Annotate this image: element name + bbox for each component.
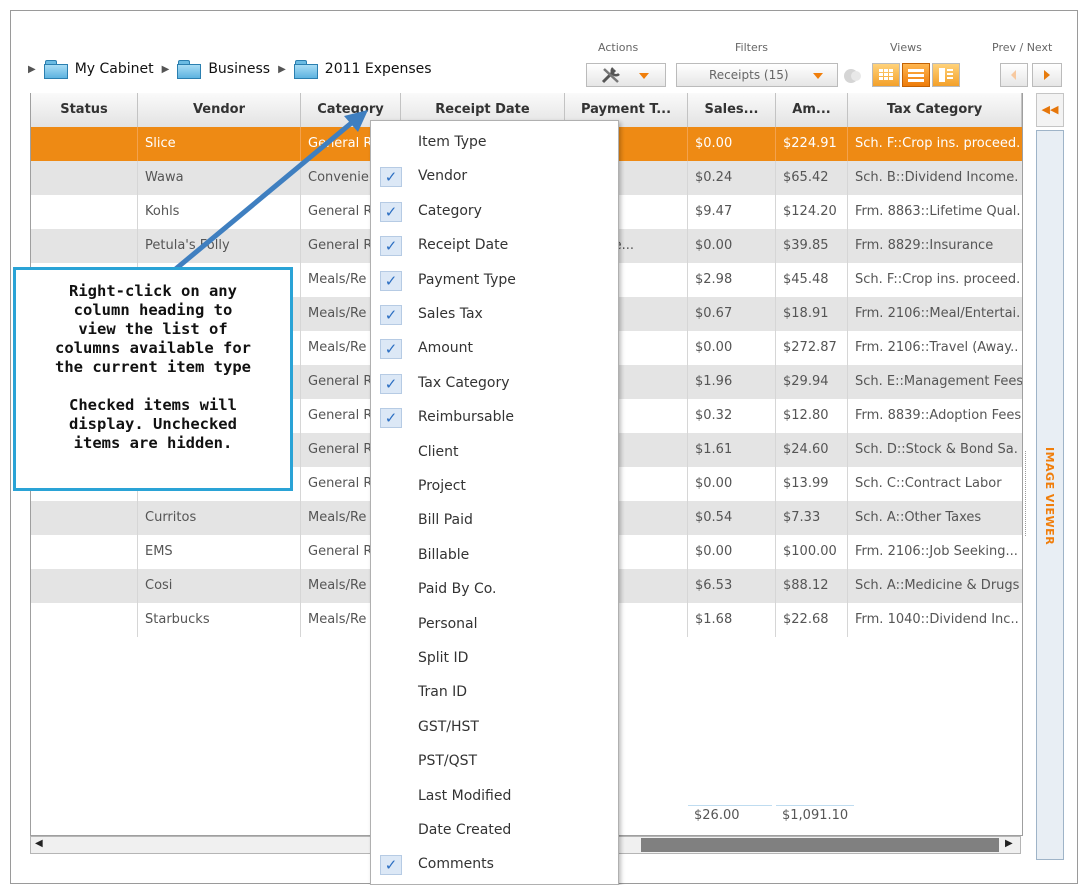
menu-item[interactable]: Billable: [371, 538, 616, 572]
menu-item-label: Comments: [418, 856, 494, 873]
menu-item[interactable]: ✓ Receipt Date: [371, 228, 616, 262]
check-icon: ✓: [380, 201, 402, 222]
menu-item-label: Project: [418, 478, 466, 494]
menu-item[interactable]: Paid By Co.: [371, 572, 616, 606]
check-icon: ✓: [380, 855, 402, 876]
callout-line: [16, 377, 290, 396]
callout-line: the current item type: [55, 358, 251, 376]
menu-item[interactable]: Split ID: [371, 641, 616, 675]
menu-item-label: Sales Tax: [418, 306, 483, 322]
menu-item-label: Payment Type: [418, 271, 516, 288]
menu-item[interactable]: ✓ Reimbursable: [371, 400, 616, 434]
menu-item-label: Amount: [418, 340, 474, 357]
menu-item[interactable]: ✓ Amount: [371, 331, 616, 365]
menu-item[interactable]: Item Type: [371, 125, 616, 159]
check-icon: ✓: [380, 236, 402, 257]
menu-item-label: PST/QST: [418, 753, 478, 770]
menu-item-label: Tax Category: [418, 374, 510, 391]
callout-line: Right-click on any: [69, 282, 237, 300]
callout-line: columns available for: [55, 339, 251, 357]
menu-item-label: Item Type: [418, 134, 487, 150]
check-icon: ✓: [380, 408, 402, 429]
menu-item[interactable]: GST/HST: [371, 710, 616, 744]
menu-item-label: Reimbursable: [418, 409, 515, 426]
callout-line: view the list of: [78, 320, 228, 338]
menu-item-label: Client: [418, 443, 459, 460]
check-icon: ✓: [380, 373, 402, 394]
menu-item[interactable]: ✓ Sales Tax: [371, 297, 616, 331]
callout-line: display. Unchecked: [69, 415, 237, 433]
menu-item-label: Split ID: [418, 650, 469, 666]
menu-item[interactable]: Date Created: [371, 813, 616, 847]
callout-line: column heading to: [73, 301, 233, 319]
callout-line: items are hidden.: [73, 434, 233, 452]
menu-item[interactable]: ✓ Tax Category: [371, 366, 616, 400]
callout-line: Checked items will: [69, 396, 237, 414]
menu-item-label: Date Created: [418, 822, 512, 838]
menu-item[interactable]: Project: [371, 469, 616, 503]
menu-item-label: Personal: [418, 615, 478, 632]
check-icon: ✓: [380, 305, 402, 325]
check-icon: ✓: [380, 167, 402, 188]
column-chooser-menu: Item Type ✓ Vendor ✓ Category ✓ Receipt Date ✓ P…: [370, 120, 619, 885]
menu-item[interactable]: Tran ID: [371, 675, 616, 709]
menu-item-label: Paid By Co.: [418, 581, 497, 598]
menu-item-label: Category: [418, 202, 482, 219]
check-icon: ✓: [380, 339, 402, 360]
menu-item-label: Bill Paid: [418, 512, 473, 529]
menu-item-label: Billable: [418, 546, 470, 563]
menu-item-label: Last Modified: [418, 787, 512, 804]
menu-item[interactable]: Last Modified: [371, 779, 616, 813]
menu-item[interactable]: PST/QST: [371, 744, 616, 778]
menu-item[interactable]: Personal: [371, 607, 616, 641]
menu-item-label: Receipt Date: [418, 237, 509, 254]
menu-item[interactable]: Bill Paid: [371, 503, 616, 537]
menu-item-label: GST/HST: [418, 718, 479, 735]
instruction-callout: Right-click on any column heading to view …: [13, 267, 293, 491]
menu-item[interactable]: ✓ Category: [371, 194, 616, 228]
menu-item-label: Vendor: [418, 168, 468, 185]
menu-item[interactable]: ✓ Vendor: [371, 159, 616, 193]
menu-item[interactable]: ✓ Payment Type: [371, 263, 616, 297]
check-icon: ✓: [380, 270, 402, 291]
menu-item[interactable]: Client: [371, 435, 616, 469]
menu-item-label: Tran ID: [418, 684, 468, 701]
menu-item[interactable]: ✓ Comments: [371, 847, 616, 881]
